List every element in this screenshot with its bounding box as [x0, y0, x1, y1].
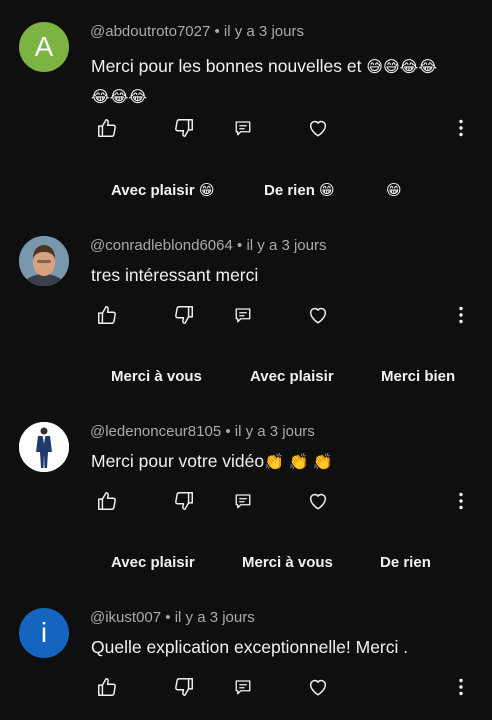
reply-icon — [235, 121, 251, 136]
heart-button[interactable] — [304, 673, 332, 701]
suggested-reply[interactable]: Merci bien — [381, 368, 455, 385]
profile-photo-icon — [19, 236, 69, 286]
more-options-icon — [459, 492, 463, 510]
dislike-button[interactable] — [170, 487, 198, 515]
avatar[interactable] — [19, 236, 69, 286]
dislike-button[interactable] — [170, 673, 198, 701]
suggested-replies: Avec plaisir Merci à vous De rien — [0, 554, 492, 578]
suggested-reply[interactable]: De rien 😁 — [264, 181, 335, 199]
dislike-icon — [175, 119, 193, 137]
suggested-reply[interactable]: Avec plaisir — [250, 368, 334, 385]
more-options-icon — [459, 119, 463, 137]
suggested-reply[interactable]: Merci à vous — [111, 368, 202, 385]
avatar[interactable] — [19, 422, 69, 472]
comment-text-line: Merci pour les bonnes nouvelles et — [91, 56, 367, 76]
more-options-icon — [459, 678, 463, 696]
like-icon — [98, 492, 116, 510]
heart-icon — [309, 679, 327, 696]
author-name[interactable]: @ikust007 — [90, 609, 161, 626]
like-button[interactable] — [93, 301, 121, 329]
author-name[interactable]: @conradleblond6064 — [90, 237, 233, 254]
dislike-button[interactable] — [170, 301, 198, 329]
comment-text: Merci pour votre vidéo👏 👏 👏 — [91, 447, 471, 477]
comment-text: Quelle explication exceptionnelle! Merci… — [91, 637, 409, 657]
like-button[interactable] — [93, 487, 121, 515]
emoji-line: 👏 👏 👏 — [264, 454, 333, 471]
suggested-reply[interactable]: Avec plaisir 😁 — [111, 181, 214, 199]
comment-actions — [0, 114, 492, 142]
reply-icon — [235, 680, 251, 695]
timestamp: il y a 3 jours — [246, 237, 327, 254]
more-options-icon — [459, 306, 463, 324]
comment-actions — [0, 301, 492, 329]
comment-text: tres intéressant merci — [91, 265, 259, 285]
like-icon — [98, 306, 116, 324]
suggested-reply[interactable]: 😁 — [386, 181, 402, 199]
comment-text: Merci pour les bonnes nouvelles et 😅😅😂😂 … — [91, 52, 471, 112]
dislike-icon — [175, 306, 193, 324]
comment-meta: @conradleblond6064 • il y a 3 jours — [90, 237, 326, 254]
more-options-button[interactable] — [447, 114, 475, 142]
dislike-icon — [175, 492, 193, 510]
heart-button[interactable] — [304, 114, 332, 142]
suggested-reply[interactable]: De rien — [380, 554, 431, 571]
comment-meta: @ikust007 • il y a 3 jours — [90, 609, 255, 626]
meta-separator: • — [210, 23, 224, 40]
like-button[interactable] — [93, 114, 121, 142]
more-options-button[interactable] — [447, 301, 475, 329]
suggested-reply[interactable]: Merci à vous — [242, 554, 333, 571]
like-icon — [98, 678, 116, 696]
avatar[interactable]: i — [19, 608, 69, 658]
reply-button[interactable] — [229, 673, 257, 701]
reply-icon — [235, 494, 251, 509]
comment-text-line: Merci pour votre vidéo — [91, 451, 265, 471]
heart-icon — [309, 120, 327, 137]
timestamp: il y a 3 jours — [223, 23, 304, 40]
profile-photo-icon — [19, 422, 69, 472]
meta-separator: • — [232, 237, 247, 254]
comment-meta: @abdoutroto7027 • il y a 3 jours — [90, 23, 304, 40]
author-name[interactable]: @abdoutroto7027 — [90, 23, 210, 40]
reply-button[interactable] — [229, 487, 257, 515]
meta-separator: • — [221, 423, 235, 440]
dislike-button[interactable] — [170, 114, 198, 142]
like-button[interactable] — [93, 673, 121, 701]
emoji-line: 😂😂😂 — [91, 89, 148, 106]
heart-icon — [309, 493, 327, 510]
reply-button[interactable] — [229, 114, 257, 142]
comment-actions — [0, 487, 492, 515]
like-icon — [98, 119, 116, 137]
avatar[interactable]: A — [19, 22, 69, 72]
comment-actions — [0, 673, 492, 701]
dislike-icon — [175, 678, 193, 696]
comment-meta: @ledenonceur8105 • il y a 3 jours — [90, 423, 315, 440]
timestamp: il y a 3 jours — [234, 423, 315, 440]
suggested-replies: Avec plaisir 😁 De rien 😁 😁 — [0, 181, 492, 205]
more-options-button[interactable] — [447, 673, 475, 701]
more-options-button[interactable] — [447, 487, 475, 515]
emoji-line: 😅😅😂😂 — [366, 59, 438, 76]
reply-button[interactable] — [229, 301, 257, 329]
suggested-reply[interactable]: Avec plaisir — [111, 554, 195, 571]
heart-button[interactable] — [304, 487, 332, 515]
suggested-replies: Merci à vous Avec plaisir Merci bien — [0, 368, 492, 392]
meta-separator: • — [161, 609, 175, 626]
heart-icon — [309, 307, 327, 324]
reply-icon — [235, 308, 251, 323]
heart-button[interactable] — [304, 301, 332, 329]
timestamp: il y a 3 jours — [174, 609, 255, 626]
comments-list: A @abdoutroto7027 • il y a 3 jours Merci… — [0, 0, 492, 720]
author-name[interactable]: @ledenonceur8105 — [90, 423, 221, 440]
